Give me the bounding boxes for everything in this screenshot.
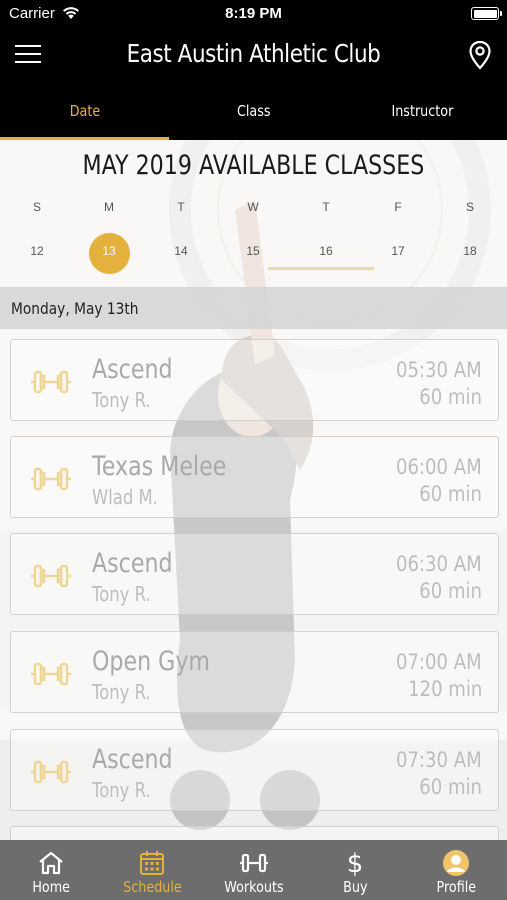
- club-title: East Austin Athletic Club: [126, 39, 381, 68]
- home-icon: [39, 851, 63, 875]
- day-number: 14: [174, 244, 188, 258]
- day-letter: T: [177, 200, 185, 214]
- class-name: Ascend: [92, 744, 173, 775]
- day-number: 16: [319, 244, 333, 258]
- class-duration: 60 min: [419, 579, 482, 603]
- day-number: 17: [391, 244, 405, 258]
- dumbbell-icon: [31, 370, 71, 394]
- class-name: Ascend: [92, 548, 173, 579]
- nav-profile-label: Profile: [436, 878, 477, 896]
- day-letter: F: [394, 200, 402, 214]
- dumbbell-icon: [31, 760, 71, 784]
- nav-home[interactable]: Home: [0, 840, 101, 900]
- dollar-icon: $: [347, 849, 364, 877]
- filter-tabs: Date Class Instructor: [0, 82, 507, 140]
- dumbbell-icon: [31, 564, 71, 588]
- class-instructor: Tony R.: [92, 680, 151, 704]
- class-card[interactable]: Texas Melee Wlad M. 06:00 AM 60 min: [10, 436, 499, 518]
- date-section-header: Monday, May 13th: [0, 287, 507, 329]
- day-number-selected: 13: [102, 244, 116, 258]
- day-number: 18: [463, 244, 477, 258]
- class-instructor: Tony R.: [92, 582, 151, 606]
- day-letter: S: [32, 200, 41, 214]
- class-card[interactable]: Ascend Tony R. 06:30 AM 60 min: [10, 533, 499, 615]
- clock: 8:19 PM: [225, 5, 282, 22]
- day-number: 15: [246, 244, 260, 258]
- class-name: Open Gym: [92, 646, 211, 677]
- dumbbell-icon: [31, 662, 71, 686]
- calendar-title: MAY 2019 AVAILABLE CLASSES: [82, 150, 425, 181]
- class-duration: 120 min: [407, 677, 482, 701]
- day-letter: M: [104, 200, 114, 214]
- class-card-partial[interactable]: [10, 826, 499, 840]
- battery-icon: [471, 7, 502, 20]
- class-duration: 60 min: [419, 775, 482, 799]
- class-name: Ascend: [92, 354, 173, 385]
- day-letter: S: [465, 200, 474, 214]
- day-number: 12: [30, 244, 44, 258]
- nav-home-label: Home: [31, 878, 70, 896]
- user-avatar-icon: [443, 850, 470, 876]
- nav-profile[interactable]: Profile: [406, 840, 507, 900]
- class-instructor: Wlad M.: [92, 485, 158, 509]
- nav-buy-label: Buy: [342, 878, 368, 896]
- dumbbell-icon: [239, 853, 268, 873]
- tab-instructor-label: Instructor: [391, 102, 454, 120]
- bottom-tab-bar: Home Schedule Workouts $ Buy Profile: [0, 840, 507, 900]
- class-time: 05:30 AM: [396, 358, 482, 382]
- status-bar: Carrier 8:19 PM: [0, 0, 507, 28]
- nav-workouts[interactable]: Workouts: [203, 840, 304, 900]
- schedule-content[interactable]: MAY 2019 AVAILABLE CLASSES S 12 M 13 T 1…: [0, 140, 507, 840]
- class-time: 07:00 AM: [396, 650, 482, 674]
- nav-schedule[interactable]: Schedule: [101, 840, 202, 900]
- dumbbell-icon: [31, 467, 71, 491]
- nav-schedule-label: Schedule: [122, 878, 182, 896]
- calendar-icon: [140, 851, 165, 875]
- tab-class-label: Class: [236, 102, 271, 120]
- class-name: Texas Melee: [92, 451, 227, 482]
- app-header: East Austin Athletic Club: [0, 28, 507, 82]
- day-letter: T: [322, 200, 330, 214]
- tab-instructor[interactable]: Instructor: [338, 82, 507, 140]
- class-time: 06:00 AM: [396, 455, 482, 479]
- class-instructor: Tony R.: [92, 778, 151, 802]
- class-time: 07:30 AM: [396, 748, 482, 772]
- class-duration: 60 min: [419, 385, 482, 409]
- class-card[interactable]: Open Gym Tony R. 07:00 AM 120 min: [10, 631, 499, 713]
- location-pin-icon[interactable]: [468, 40, 492, 70]
- class-card[interactable]: Ascend Tony R. 05:30 AM 60 min: [10, 339, 499, 421]
- day-indicator-bar: [268, 267, 374, 270]
- nav-workouts-label: Workouts: [223, 878, 284, 896]
- svg-text:$: $: [347, 849, 364, 877]
- class-instructor: Tony R.: [92, 388, 151, 412]
- nav-buy[interactable]: $ Buy: [304, 840, 405, 900]
- class-time: 06:30 AM: [396, 552, 482, 576]
- class-card[interactable]: Ascend Tony R. 07:30 AM 60 min: [10, 729, 499, 811]
- day-letter: W: [247, 200, 259, 214]
- class-duration: 60 min: [419, 482, 482, 506]
- tab-class[interactable]: Class: [169, 82, 338, 140]
- tab-date[interactable]: Date: [0, 82, 169, 140]
- tab-date-label: Date: [69, 102, 100, 120]
